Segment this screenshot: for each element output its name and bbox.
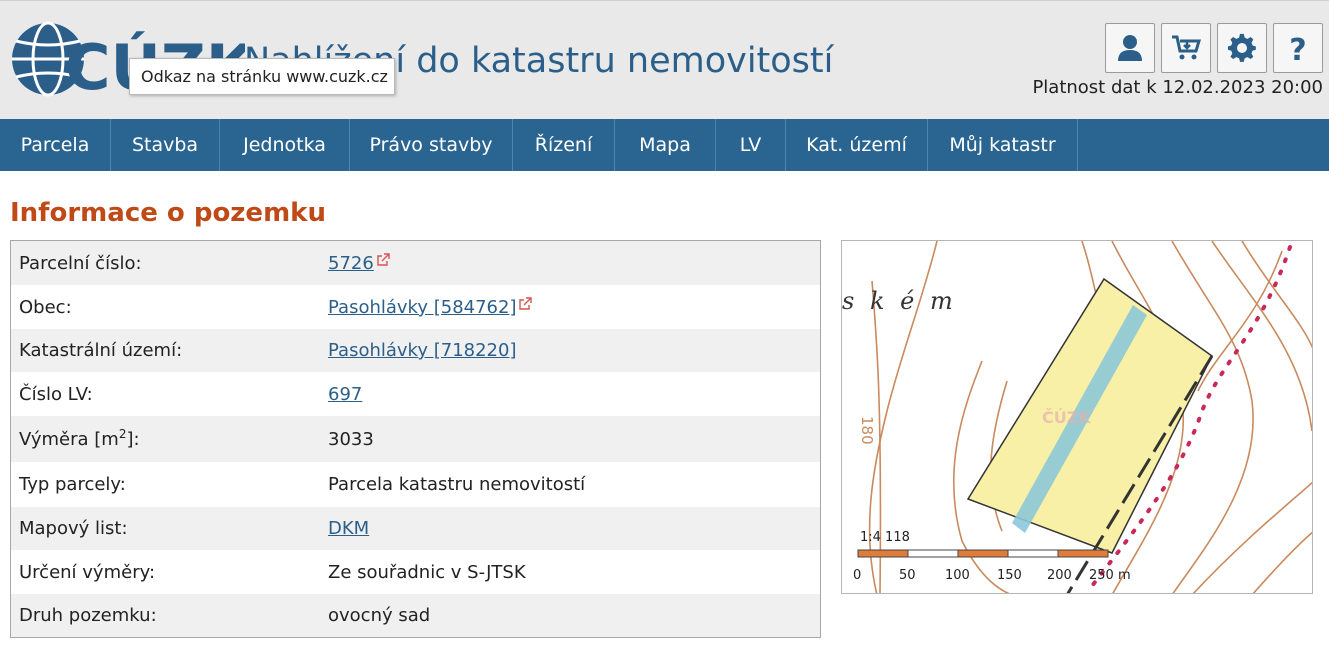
cadastral-area-link[interactable]: Pasohlávky [718220] (328, 340, 516, 361)
parcel-number-link[interactable]: 5726 (328, 253, 374, 274)
help-icon: ? (1289, 33, 1306, 63)
municipality-link[interactable]: Pasohlávky [584762] (328, 297, 516, 318)
nav-item-jednotka[interactable]: Jednotka (220, 119, 350, 171)
header: CÚZK Nahlížení do katastru nemovitostí O… (0, 0, 1329, 119)
scale-tick: 100 (945, 568, 970, 583)
contour-label: 180 (858, 416, 876, 445)
table-row: Obec: Pasohlávky [584762] (11, 285, 820, 329)
row-label: Určení výměry: (19, 561, 156, 583)
row-label: Číslo LV: (19, 383, 93, 405)
place-name: s k é m (842, 287, 957, 315)
scale-tick: 0 (853, 568, 861, 583)
scale-tick: 200 (1047, 568, 1072, 583)
row-label: Typ parcely: (19, 474, 126, 495)
table-row: Katastrální území: Pasohlávky [718220] (11, 329, 820, 372)
table-row: Určení výměry: Ze souřadnic v S-JTSK (11, 550, 820, 594)
nav-item-parcela[interactable]: Parcela (0, 119, 111, 171)
lv-number-link[interactable]: 697 (328, 384, 362, 405)
user-button[interactable] (1105, 23, 1155, 73)
table-row: Výměra [m2]: 3033 (11, 416, 820, 462)
scale-tick: 50 (899, 568, 916, 583)
external-link-icon[interactable] (518, 297, 533, 311)
scale-ratio: 1:4 118 (860, 530, 910, 545)
table-row: Parcelní číslo: 5726 (11, 241, 820, 285)
nav-item-stavba[interactable]: Stavba (111, 119, 220, 171)
scale-tick: 150 (997, 568, 1022, 583)
user-icon (1118, 35, 1142, 61)
nav-item-rizeni[interactable]: Řízení (513, 119, 615, 171)
table-row: Druh pozemku: ovocný sad (11, 594, 820, 637)
area-method-value: Ze souřadnic v S-JTSK (328, 561, 526, 583)
parcel-type-value: Parcela katastru nemovitostí (328, 474, 586, 495)
row-label: Parcelní číslo: (19, 252, 142, 274)
row-label: Mapový list: (19, 518, 128, 539)
parcel-map[interactable]: 180 s k é m ČÚZK 1:4 118 0 50 100 150 20… (841, 240, 1313, 594)
nav-item-muj-katastr[interactable]: Můj katastr (928, 119, 1078, 171)
table-row: Mapový list: DKM (11, 507, 820, 550)
gear-icon (1227, 33, 1256, 62)
svg-text:?: ? (1289, 33, 1306, 63)
land-type-value: ovocný sad (328, 605, 431, 626)
row-label: Obec: (19, 296, 72, 318)
nav-item-kat-uzemi[interactable]: Kat. území (786, 119, 928, 171)
nav-item-mapa[interactable]: Mapa (615, 119, 716, 171)
row-label: Druh pozemku: (19, 605, 157, 626)
scale-tick: 250 m (1089, 568, 1131, 583)
watermark: ČÚZK (1042, 408, 1091, 427)
map-sheet-link[interactable]: DKM (328, 518, 369, 539)
parcel-info-table: Parcelní číslo: 5726 Obec: Pasohlávky [5… (10, 240, 821, 638)
logo-tooltip: Odkaz na stránku www.cuzk.cz (129, 58, 395, 95)
nav-item-lv[interactable]: LV (716, 119, 786, 171)
row-label: Katastrální území: (19, 340, 183, 361)
main-nav: Parcela Stavba Jednotka Právo stavby Říz… (0, 119, 1329, 171)
header-buttons: ? (1105, 23, 1323, 73)
area-value: 3033 (328, 428, 374, 450)
nav-item-pravo-stavby[interactable]: Právo stavby (350, 119, 513, 171)
table-row: Typ parcely: Parcela katastru nemovitost… (11, 462, 820, 507)
table-row: Číslo LV: 697 (11, 372, 820, 416)
help-button[interactable]: ? (1273, 23, 1323, 73)
data-validity: Platnost dat k 12.02.2023 20:00 (1032, 77, 1323, 98)
settings-button[interactable] (1217, 23, 1267, 73)
row-label: Výměra [m2]: (19, 426, 140, 450)
cart-button[interactable] (1161, 23, 1211, 73)
page-title: Informace o pozemku (10, 198, 326, 228)
cart-icon (1172, 35, 1201, 60)
external-link-icon[interactable] (376, 253, 390, 267)
